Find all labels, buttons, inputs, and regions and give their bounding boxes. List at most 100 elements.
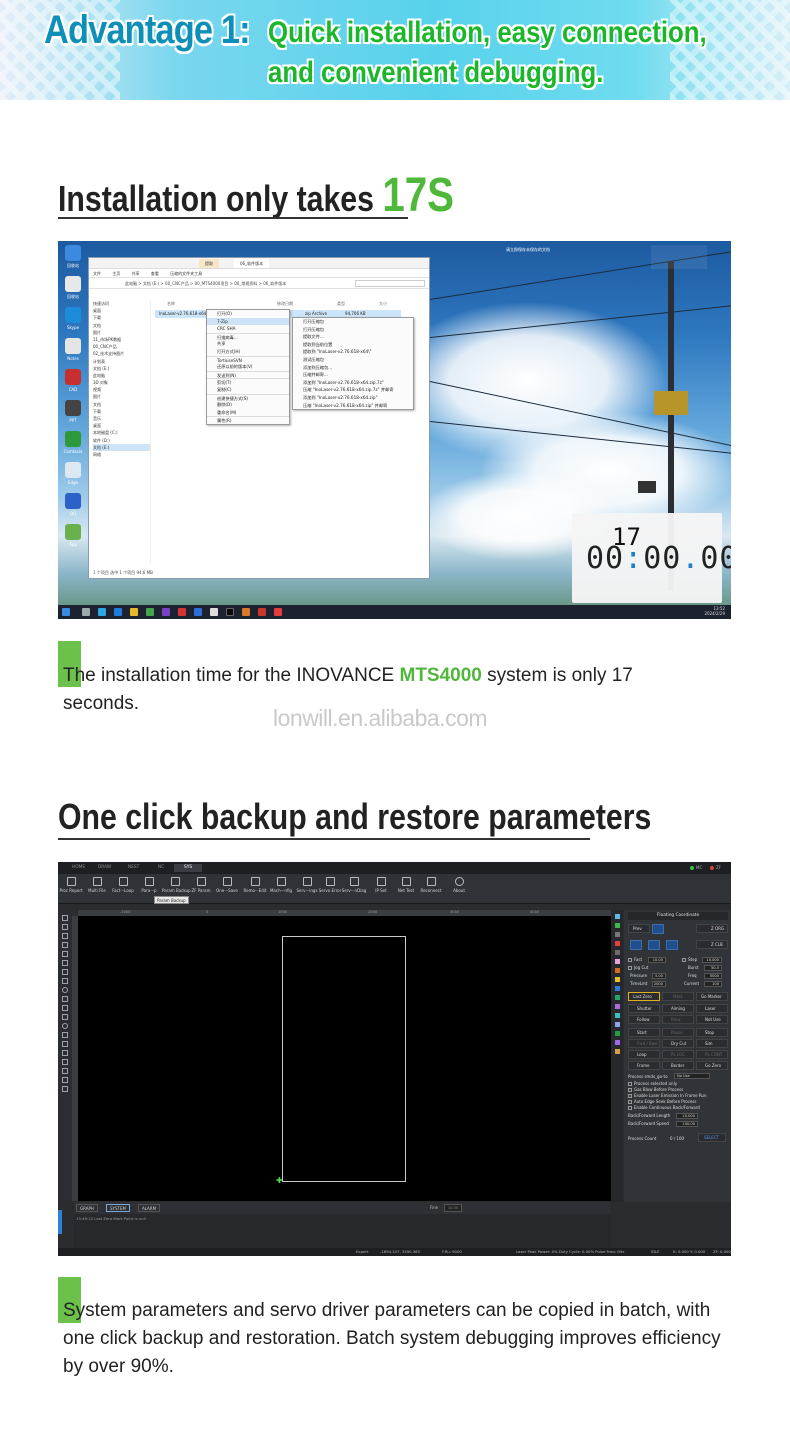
ctx-open[interactable]: 打开(O)	[207, 310, 289, 318]
settings-icon[interactable]	[210, 608, 218, 616]
drawing-canvas[interactable]: ✚	[78, 916, 611, 1201]
polyline-tool-icon[interactable]	[62, 996, 68, 1002]
mach-config-button[interactable]: Mach···nfig	[268, 877, 294, 893]
desktop-icon[interactable]: 回收站	[62, 245, 84, 268]
layer-swatch[interactable]	[614, 1040, 620, 1045]
submenu-item[interactable]: 压缩 "InoLaser-v2.76.618-x64.zip.7z" 并邮寄	[293, 386, 413, 394]
submenu-item[interactable]: 打开压缩包	[293, 318, 413, 326]
submenu-item[interactable]: 提取文件...	[293, 333, 413, 341]
point-tool-icon[interactable]	[62, 1032, 68, 1038]
ctx-copy[interactable]: 复制(C)	[207, 386, 289, 394]
node-tool-icon[interactable]	[62, 924, 68, 930]
part-outline[interactable]	[282, 936, 406, 1182]
ctx-scan[interactable]: 扫描病毒...	[207, 332, 289, 341]
nav-item[interactable]: 00_CNC产品	[93, 343, 150, 350]
layer-swatch[interactable]	[614, 977, 620, 982]
step-input[interactable]: 10.000	[702, 957, 722, 963]
net-test-button[interactable]: Net Test	[393, 877, 419, 893]
ribbon-share[interactable]: 共享	[132, 271, 140, 276]
shutter-button[interactable]: Shutter	[628, 1004, 660, 1013]
go-marker-button[interactable]: Go Marker	[696, 992, 728, 1001]
pl-cont-button[interactable]: PL CONT	[696, 1050, 728, 1059]
zf-param-button[interactable]: ZF Param	[188, 877, 214, 893]
graph-tab[interactable]: GRAPH	[76, 1204, 98, 1212]
go-zero-button[interactable]: Go Zero	[696, 1061, 728, 1070]
jog-up-icon[interactable]	[652, 924, 664, 934]
desktop-icon[interactable]: Notes	[62, 338, 84, 361]
nav-item[interactable]: 文档	[93, 401, 150, 408]
tab-draw[interactable]: DRAW	[88, 864, 121, 872]
ctx-svn[interactable]: TortoiseSVN	[207, 355, 289, 364]
layer-swatch[interactable]	[614, 941, 620, 946]
nav-item[interactable]: 3D 对象	[93, 379, 150, 386]
freq-input[interactable]: 5000	[704, 973, 722, 979]
nav-item[interactable]: 文档	[93, 322, 150, 329]
nav-item[interactable]: 网络	[93, 451, 150, 458]
col-size[interactable]: 大小	[379, 300, 387, 308]
option-checkbox[interactable]	[628, 1106, 632, 1110]
pan-tool-icon[interactable]	[62, 933, 68, 939]
follow-button[interactable]: Follow	[628, 1015, 660, 1024]
reconnect-button[interactable]: Reconnect	[418, 877, 444, 893]
param-button[interactable]: Para···p	[136, 877, 162, 893]
ctx-restore[interactable]: 还原以前的版本(V)	[207, 363, 289, 371]
start-button[interactable]: Start	[628, 1028, 660, 1037]
nav-item[interactable]: 图片	[93, 393, 150, 400]
burst-input[interactable]: 50.0	[704, 965, 722, 971]
col-date[interactable]: 修改日期	[277, 300, 293, 308]
image-tool-icon[interactable]	[62, 1050, 68, 1056]
edge-icon[interactable]	[98, 608, 106, 616]
remote-edit-button[interactable]: Remo···Edit	[242, 877, 268, 893]
pdf-icon[interactable]	[178, 608, 186, 616]
explorer-titlebar[interactable]: 提取 06_软件版本	[89, 258, 429, 269]
bf-length-input[interactable]: 10.000	[676, 1113, 698, 1119]
submenu-item[interactable]: 打开压缩包	[293, 326, 413, 334]
about-button[interactable]: About	[446, 877, 472, 893]
submenu-item[interactable]: 添加到 "InoLaser-v2.76.618-x64.zip"	[293, 394, 413, 402]
option-checkbox[interactable]	[628, 1088, 632, 1092]
app-icon[interactable]	[242, 608, 250, 616]
ctx-share[interactable]: 共享	[207, 340, 289, 348]
explorer-tab[interactable]: 06_软件版本	[234, 259, 270, 268]
nav-item[interactable]: 下载	[93, 314, 150, 321]
alarm-tab[interactable]: ALARM	[138, 1204, 161, 1212]
count-select-button[interactable]: SELECT	[698, 1133, 726, 1142]
nav-item[interactable]: 快速访问	[93, 300, 150, 307]
frame-button[interactable]: Frame	[628, 1061, 660, 1070]
submenu-item[interactable]: 测试压缩包	[293, 356, 413, 364]
sim-button[interactable]: Sim	[696, 1039, 728, 1048]
fwd-bwd-button[interactable]: Fwd / Bwd	[628, 1039, 660, 1048]
submenu-item[interactable]: 压缩并邮寄...	[293, 371, 413, 379]
explorer-tab[interactable]: 提取	[199, 259, 219, 268]
nav-item[interactable]: 文档 (E:)	[93, 443, 150, 451]
desktop-icon[interactable]: Camtasia	[62, 431, 84, 454]
layer-swatch[interactable]	[614, 1031, 620, 1036]
layer-swatch[interactable]	[614, 932, 620, 937]
ctx-shortcut[interactable]: 创建快捷方式(S)	[207, 393, 289, 402]
servo-diag-button[interactable]: Serv···nDiag	[341, 877, 367, 893]
desktop-icon[interactable]: 回收站	[62, 276, 84, 299]
timelimit-input[interactable]: 2000	[652, 981, 666, 987]
loop-button[interactable]: Loop	[628, 1050, 660, 1059]
layer-swatch[interactable]	[614, 1013, 620, 1018]
blow-button[interactable]: Blow	[662, 1015, 694, 1024]
fine-input[interactable]: 10.00	[444, 1204, 462, 1212]
ip-set-button[interactable]: IP Set	[368, 877, 394, 893]
submenu-item[interactable]: 添加到压缩包...	[293, 364, 413, 372]
search-icon[interactable]	[82, 608, 90, 616]
start-icon[interactable]	[62, 608, 70, 616]
pause-button[interactable]: Pause	[662, 1028, 694, 1037]
layer-swatch[interactable]	[614, 1022, 620, 1027]
aiming-button[interactable]: Aiming	[662, 1004, 694, 1013]
step-checkbox[interactable]	[682, 958, 686, 962]
rect-tool-icon[interactable]	[62, 978, 68, 984]
current-input[interactable]: 100	[704, 981, 722, 987]
system-tab[interactable]: SYSTEM	[106, 1204, 130, 1212]
nav-item[interactable]: 本地磁盘 (C:)	[93, 429, 150, 436]
jog-left-icon[interactable]	[630, 940, 642, 950]
array-tool-icon[interactable]	[62, 1041, 68, 1047]
nav-item[interactable]: 11_市场PK数据	[93, 336, 150, 343]
layer-swatch[interactable]	[614, 923, 620, 928]
desktop-icon[interactable]: App	[62, 524, 84, 547]
arc-tool-icon[interactable]	[62, 1005, 68, 1011]
